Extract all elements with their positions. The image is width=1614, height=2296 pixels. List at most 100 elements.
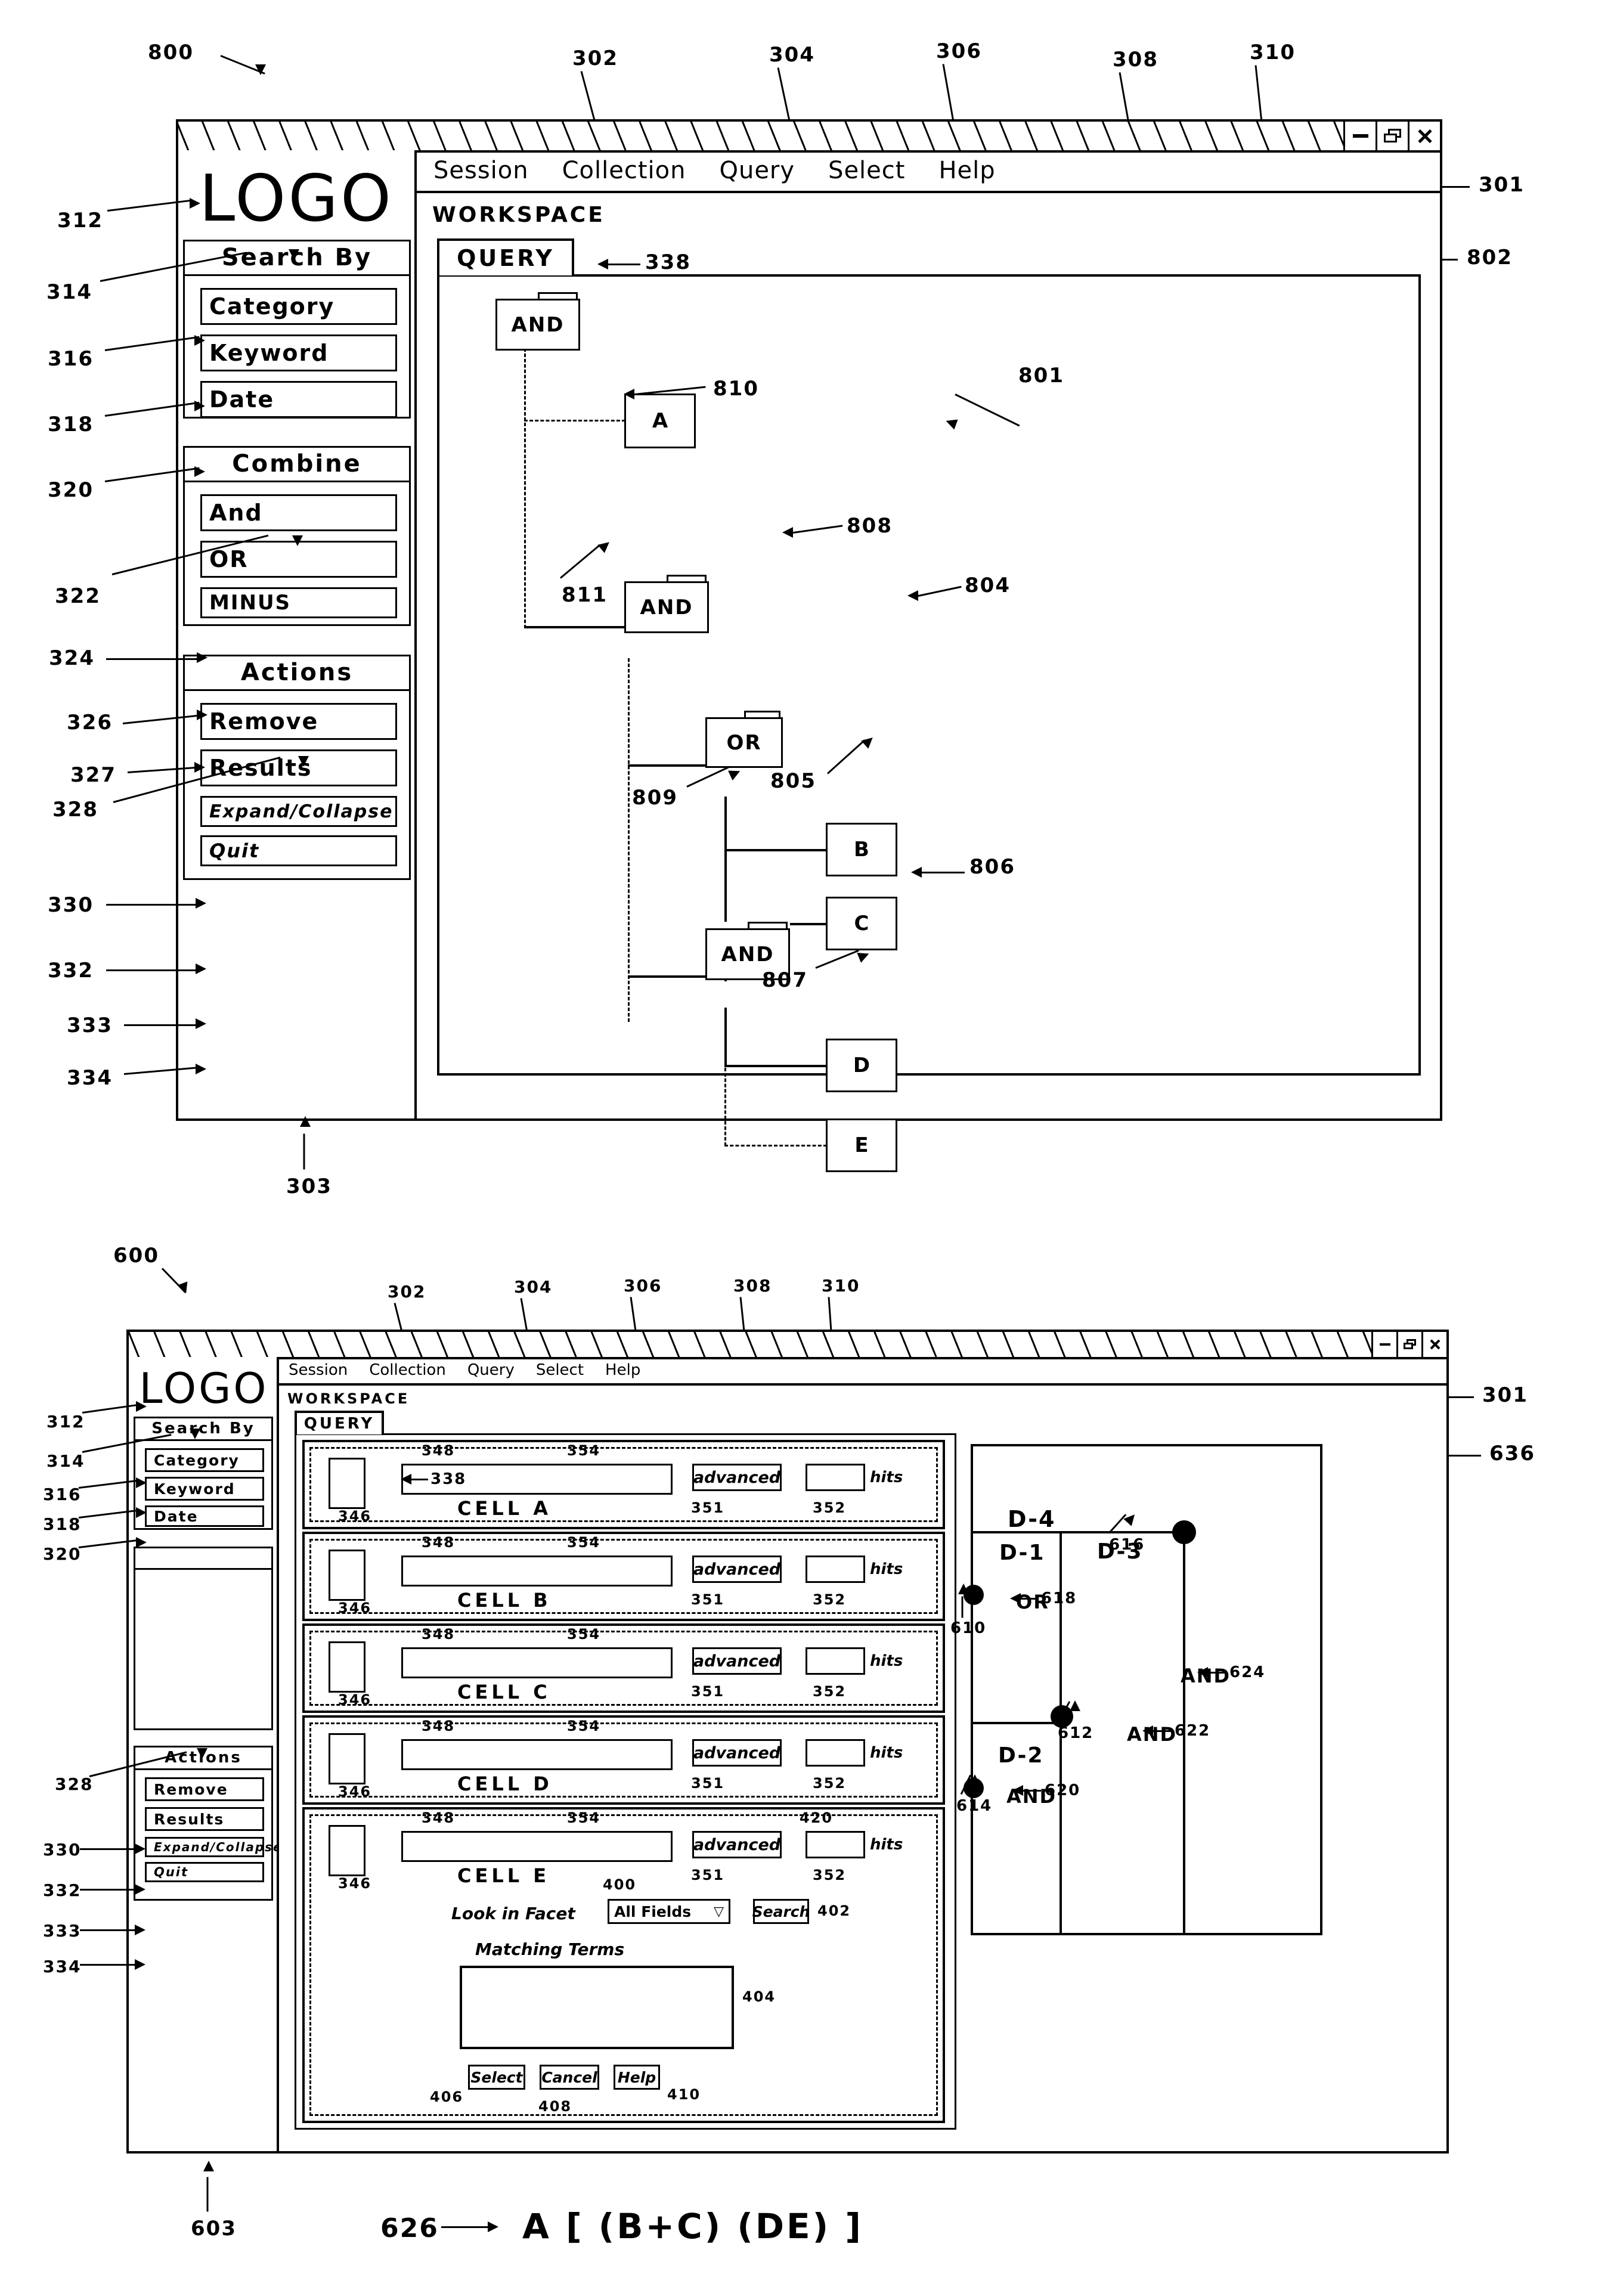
cell-c-hits-box[interactable] <box>806 1647 865 1675</box>
sidebar-item-keyword[interactable]: Keyword <box>200 334 397 371</box>
cell-c-checkbox[interactable] <box>329 1641 365 1693</box>
cell-d-checkbox[interactable] <box>329 1733 365 1784</box>
cell-c-advanced-button[interactable]: advanced <box>692 1647 782 1675</box>
cell-row-d[interactable]: CELL D advanced hits 346 348 354 351 352 <box>302 1715 945 1805</box>
figure-600-arrow <box>177 1281 191 1296</box>
minimize-icon[interactable] <box>1343 122 1376 150</box>
cell-row-b[interactable]: CELL B advanced hits 346 348 354 351 352 <box>302 1532 945 1621</box>
sidebar-item-results[interactable]: Results <box>200 749 397 786</box>
tab-query-b[interactable]: QUERY <box>295 1411 384 1434</box>
sidebar-item-minus[interactable]: MINUS <box>200 587 397 618</box>
menu-item-collection-b[interactable]: Collection <box>369 1361 446 1379</box>
cell-d-query-field[interactable] <box>401 1739 673 1770</box>
tab-query[interactable]: QUERY <box>437 238 574 275</box>
edge-ref-809: 809 <box>632 786 678 810</box>
d-grid-leader-624 <box>1206 1672 1226 1674</box>
sidebar-item-expand-collapse-b[interactable]: Expand/Collapse <box>145 1837 281 1857</box>
tree-node-810[interactable]: AND <box>495 292 580 351</box>
sidebar-panel-search-by: Search By Category Keyword Date <box>183 240 411 419</box>
cell-d-hits-box[interactable] <box>806 1739 865 1767</box>
menu-ref-304-b: 304 <box>514 1277 553 1297</box>
menu-item-session[interactable]: Session <box>433 157 529 184</box>
cell-b-advanced-button[interactable]: advanced <box>692 1556 782 1583</box>
matching-terms-results[interactable] <box>460 1966 734 2049</box>
facet-select[interactable]: All Fields ▽ <box>608 1899 730 1924</box>
facet-search-button[interactable]: Search <box>752 1899 810 1924</box>
logo-b: LOGO <box>139 1364 269 1413</box>
minimize-icon-b[interactable] <box>1371 1332 1396 1357</box>
sidebar-item-results-b[interactable]: Results <box>145 1807 264 1831</box>
node-leader-806 <box>922 872 965 873</box>
sidebar-item-remove-b[interactable]: Remove <box>145 1777 264 1801</box>
cell-e-query-field[interactable] <box>401 1831 673 1862</box>
tree-node-d[interactable]: D <box>826 1039 897 1092</box>
cell-a-advanced-button[interactable]: advanced <box>692 1464 782 1491</box>
restore-icon-b[interactable] <box>1396 1332 1421 1357</box>
menu-item-query-b[interactable]: Query <box>467 1361 515 1379</box>
cell-row-a[interactable]: CELL A advanced hits 346 348 354 351 352 <box>302 1440 945 1529</box>
cell-a-hits-box[interactable] <box>806 1464 865 1491</box>
sidebar-item-date[interactable]: Date <box>200 381 397 418</box>
facet-select-button[interactable]: Select <box>468 2065 525 2090</box>
d-grid-handle-616[interactable] <box>1172 1520 1196 1544</box>
close-icon[interactable] <box>1408 122 1440 150</box>
restore-icon[interactable] <box>1376 122 1408 150</box>
remove-ref-330-b: 330 <box>43 1840 82 1860</box>
tree-node-a[interactable]: A <box>624 393 696 448</box>
menu-item-help-b[interactable]: Help <box>605 1361 640 1379</box>
cell-e-hits-box[interactable] <box>806 1831 865 1858</box>
title-bar-b[interactable] <box>129 1332 1446 1359</box>
sidebar-item-date-b[interactable]: Date <box>145 1505 264 1527</box>
tree-node-c[interactable]: C <box>826 897 897 950</box>
menu-item-session-b[interactable]: Session <box>289 1361 348 1379</box>
date-ref-320-b: 320 <box>43 1544 82 1564</box>
cell-row-e[interactable]: CELL E advanced hits 346 348 354 420 351… <box>302 1807 945 2123</box>
cell-row-c[interactable]: CELL C advanced hits 346 348 354 351 352 <box>302 1623 945 1713</box>
sidebar-item-category-b[interactable]: Category <box>145 1448 264 1472</box>
tree-node-b[interactable]: B <box>826 823 897 876</box>
date-arrow-320 <box>194 466 205 477</box>
facet-cancel-button[interactable]: Cancel <box>540 2065 599 2090</box>
facet-help-button[interactable]: Help <box>614 2065 660 2090</box>
sidebar-item-or[interactable]: OR <box>200 541 397 578</box>
close-icon-b[interactable] <box>1421 1332 1446 1357</box>
cell-b-checkbox[interactable] <box>329 1550 365 1601</box>
menu-item-help[interactable]: Help <box>938 157 995 184</box>
cell-b-query-field[interactable] <box>401 1556 673 1587</box>
query-formula: A [ (B+C) (DE) ] <box>522 2206 863 2247</box>
tree-node-808[interactable]: AND <box>624 575 709 633</box>
actions-arrow-328 <box>298 756 309 767</box>
sidebar-item-quit[interactable]: Quit <box>200 835 397 866</box>
sidebar-item-keyword-b[interactable]: Keyword <box>145 1477 264 1501</box>
sidebar-panel-actions: Actions Remove Results Expand/Collapse Q… <box>183 655 411 880</box>
cell-b-hits-box[interactable] <box>806 1556 865 1583</box>
cell-e-ref-351: 351 <box>691 1867 725 1883</box>
d-grid-panel[interactable]: D-4 D-1 D-3 D-2 OR AND AND AND <box>964 1444 1322 1935</box>
menu-item-select-b[interactable]: Select <box>536 1361 584 1379</box>
sidebar-item-expand-collapse[interactable]: Expand/Collapse <box>200 796 397 827</box>
sidebar-item-category[interactable]: Category <box>200 288 397 325</box>
sidebar-item-remove[interactable]: Remove <box>200 703 397 740</box>
query-canvas[interactable]: AND A AND OR B C AND D E <box>437 274 1421 1172</box>
cell-e-advanced-button[interactable]: advanced <box>692 1831 782 1858</box>
node-arrow-810 <box>624 389 634 399</box>
menu-bar-b: Session Collection Query Select Help <box>279 1357 1446 1386</box>
tab-leader-338-b <box>409 1479 428 1480</box>
menu-item-select[interactable]: Select <box>828 157 905 184</box>
sidebar-item-quit-b[interactable]: Quit <box>145 1862 264 1882</box>
sidebar-item-and[interactable]: And <box>200 494 397 531</box>
menu-item-query[interactable]: Query <box>719 157 795 184</box>
edge-ref-811: 811 <box>562 583 608 607</box>
cell-e-checkbox[interactable] <box>329 1825 365 1876</box>
menu-item-collection[interactable]: Collection <box>562 157 686 184</box>
tree-node-804[interactable]: OR <box>705 711 783 768</box>
cell-d-advanced-button[interactable]: advanced <box>692 1739 782 1767</box>
window-ref-301: 301 <box>1479 173 1525 197</box>
tree-node-e[interactable]: E <box>826 1118 897 1172</box>
cell-c-ref-348: 348 <box>422 1626 456 1643</box>
canvas-ref-801: 801 <box>1018 364 1064 388</box>
cell-c-query-field[interactable] <box>401 1647 673 1678</box>
cell-a-checkbox[interactable] <box>329 1458 365 1509</box>
window-controls <box>1343 122 1440 150</box>
title-bar[interactable] <box>178 122 1440 153</box>
